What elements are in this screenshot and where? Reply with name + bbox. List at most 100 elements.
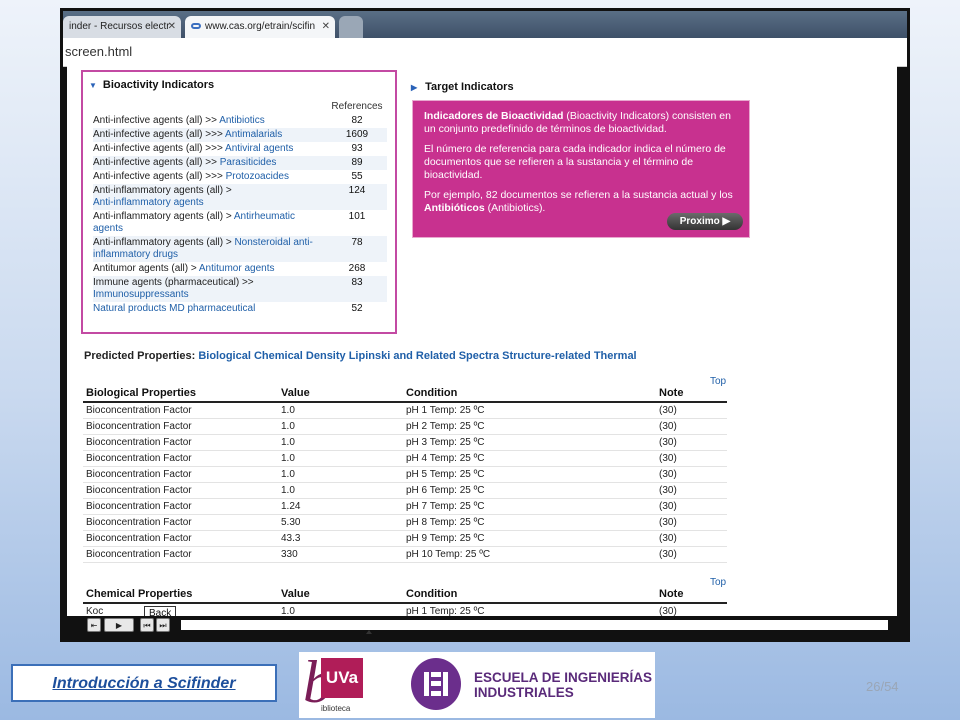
institution-logos: b UVa iblioteca ESCUELA DE INGENIERÍAS I… bbox=[299, 652, 655, 718]
property-name: Bioconcentration Factor bbox=[83, 434, 278, 451]
column-header: Condition bbox=[403, 587, 656, 604]
property-note: (30) bbox=[656, 402, 727, 419]
property-note: (30) bbox=[656, 450, 727, 467]
browser-tab-bar: inder - Recursos electr ✕ www.cas.org/et… bbox=[63, 11, 907, 38]
next-button[interactable]: Proximo ▶ bbox=[667, 213, 743, 230]
indicator-link[interactable]: Immunosuppressants bbox=[93, 289, 189, 300]
property-category-links[interactable]: Biological Chemical Density Lipinski and… bbox=[198, 350, 636, 362]
indicator-category: Immune agents (pharmaceutical) >> bbox=[93, 277, 254, 288]
table-row: Anti-infective agents (all) >>> Protozoa… bbox=[93, 170, 387, 184]
indicator-link[interactable]: Antiviral agents bbox=[225, 143, 293, 154]
property-note: (30) bbox=[656, 482, 727, 499]
play-icon[interactable]: ▶ bbox=[104, 618, 134, 632]
property-value: 5.30 bbox=[278, 514, 403, 531]
table-row: Bioconcentration Factor 1.0 pH 6 Temp: 25 … bbox=[83, 482, 727, 499]
chemical-properties-table: Chemical Properties Value Condition Note… bbox=[83, 587, 727, 616]
tutorial-callout: Indicadores de Bioactividad (Bioactivity… bbox=[412, 100, 750, 238]
callout-bold: Indicadores de Bioactividad bbox=[424, 110, 564, 122]
reference-count: 55 bbox=[351, 171, 363, 182]
property-name: Bioconcentration Factor bbox=[83, 402, 278, 419]
section-title: Target Indicators bbox=[425, 81, 514, 93]
property-name: Bioconcentration Factor bbox=[83, 450, 278, 467]
reference-count: 124 bbox=[327, 184, 387, 210]
property-value: 1.24 bbox=[278, 498, 403, 515]
indicator-category: Anti-infective agents (all) >>> bbox=[93, 143, 226, 154]
callout-bold: Antibióticos bbox=[424, 202, 485, 214]
table-row: Anti-inflammatory agents (all) > Nonster… bbox=[93, 236, 387, 262]
predicted-properties-line: Predicted Properties: Biological Chemica… bbox=[84, 350, 637, 362]
bioactivity-panel: ▼ Bioactivity Indicators References Anti-… bbox=[81, 70, 397, 334]
property-condition: pH 1 Temp: 25 ºC bbox=[403, 402, 656, 419]
section-title: Bioactivity Indicators bbox=[102, 79, 215, 91]
table-row: Anti-infective agents (all) >>> Antimala… bbox=[93, 128, 387, 142]
column-header: Value bbox=[278, 386, 403, 403]
indicator-category: Antitumor agents (all) > bbox=[93, 263, 199, 274]
property-condition: pH 10 Temp: 25 ºC bbox=[403, 546, 656, 563]
callout-paragraph: Por ejemplo, 82 documentos se refieren a… bbox=[424, 189, 740, 215]
back-tooltip: Back bbox=[144, 606, 177, 616]
table-row: Anti-inflammatory agents (all) > Anti-in… bbox=[93, 184, 387, 210]
target-indicators-header[interactable]: ▶ Target Indicators bbox=[411, 81, 514, 93]
browser-tab-active[interactable]: www.cas.org/etrain/scifin ✕ bbox=[185, 16, 335, 38]
property-note: (30) bbox=[656, 514, 727, 531]
url-text: screen.html bbox=[65, 44, 133, 59]
bioactivity-table: References Anti-infective agents (all) >… bbox=[93, 100, 387, 316]
property-condition: pH 3 Temp: 25 ºC bbox=[403, 434, 656, 451]
table-row: Anti-infective agents (all) >>> Antivira… bbox=[93, 142, 387, 156]
reference-count: 101 bbox=[348, 211, 366, 222]
indicator-category: Anti-inflammatory agents (all) > bbox=[93, 185, 232, 196]
property-note: (30) bbox=[656, 603, 727, 616]
callout-text: (Antibiotics). bbox=[484, 202, 546, 214]
progress-bar[interactable] bbox=[181, 620, 888, 630]
skip-back-icon[interactable]: ⏮ bbox=[140, 618, 154, 632]
property-note: (30) bbox=[656, 530, 727, 547]
reference-count: 82 bbox=[351, 115, 363, 126]
callout-text: Por ejemplo, 82 documentos se refieren a… bbox=[424, 189, 733, 201]
property-condition: pH 5 Temp: 25 ºC bbox=[403, 466, 656, 483]
indicator-category: Anti-infective agents (all) >>> bbox=[93, 171, 226, 182]
eii-logo-icon bbox=[411, 658, 461, 710]
property-name: Bioconcentration Factor bbox=[83, 466, 278, 483]
property-note: (30) bbox=[656, 546, 727, 563]
table-row: Bioconcentration Factor 1.0 pH 2 Temp: 25 … bbox=[83, 418, 727, 435]
property-value: 1.0 bbox=[278, 434, 403, 451]
reference-count: 89 bbox=[327, 156, 387, 170]
reference-count: 268 bbox=[348, 263, 366, 274]
property-value: 1.0 bbox=[278, 482, 403, 499]
indicator-link[interactable]: Natural products MD pharmaceutical bbox=[93, 303, 255, 314]
indicator-link[interactable]: Antibiotics bbox=[219, 115, 265, 126]
property-note: (30) bbox=[656, 498, 727, 515]
column-header: Condition bbox=[403, 386, 656, 403]
indicator-link[interactable]: Antimalarials bbox=[225, 129, 282, 140]
close-icon[interactable]: ✕ bbox=[322, 16, 330, 38]
indicator-link[interactable]: Protozoacides bbox=[226, 171, 289, 182]
property-value: 1.0 bbox=[278, 603, 403, 616]
scrubber-handle-icon[interactable] bbox=[366, 630, 372, 634]
property-value: 1.0 bbox=[278, 418, 403, 435]
collapse-triangle-icon[interactable]: ▼ bbox=[89, 81, 97, 90]
reference-count: 78 bbox=[327, 236, 387, 262]
biological-properties-table: Biological Properties Value Condition No… bbox=[83, 386, 727, 563]
table-row: Koc 1.0 pH 1 Temp: 25 ºC (30) bbox=[83, 603, 727, 616]
bioactivity-header[interactable]: ▼ Bioactivity Indicators bbox=[89, 79, 214, 91]
skip-forward-icon[interactable]: ⏭ bbox=[156, 618, 170, 632]
column-header: Note bbox=[656, 587, 727, 604]
indicator-link[interactable]: Parasiticides bbox=[220, 157, 277, 168]
indicator-link[interactable]: Antitumor agents bbox=[199, 263, 275, 274]
playback-controls: ⇤ ▶ ⏮ ⏭ bbox=[67, 616, 903, 636]
new-tab-button[interactable] bbox=[339, 16, 363, 38]
tab-label: inder - Recursos electr bbox=[69, 21, 170, 32]
expand-triangle-icon[interactable]: ▶ bbox=[411, 83, 417, 92]
tab-label: www.cas.org/etrain/scifin bbox=[205, 21, 316, 32]
close-icon[interactable]: ✕ bbox=[168, 16, 176, 38]
exit-icon[interactable]: ⇤ bbox=[87, 618, 101, 632]
address-bar[interactable]: screen.html bbox=[63, 38, 907, 67]
table-row: Natural products MD pharmaceutical 52 bbox=[93, 302, 387, 316]
reference-count: 83 bbox=[327, 276, 387, 302]
browser-tab[interactable]: inder - Recursos electr ✕ bbox=[63, 16, 181, 38]
property-name: Bioconcentration Factor bbox=[83, 482, 278, 499]
indicator-category: Anti-infective agents (all) >>> bbox=[93, 129, 226, 140]
indicator-link[interactable]: Anti-inflammatory agents bbox=[93, 197, 204, 208]
screenshot-frame: inder - Recursos electr ✕ www.cas.org/et… bbox=[60, 8, 910, 642]
uva-biblioteca-text: iblioteca bbox=[321, 704, 351, 713]
